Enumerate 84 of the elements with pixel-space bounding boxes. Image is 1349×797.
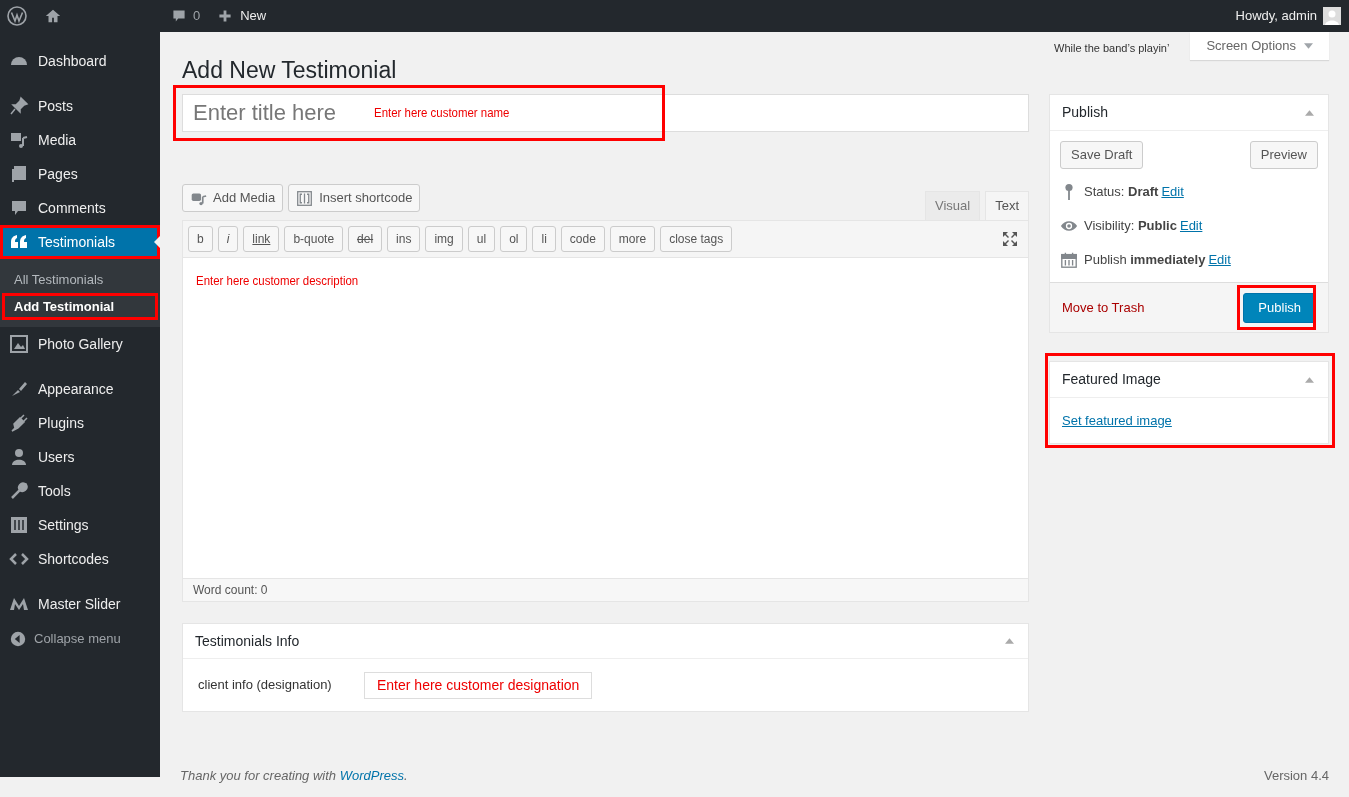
- media-icon: [9, 130, 29, 150]
- field-label: client info (designation): [198, 676, 333, 695]
- comments-link[interactable]: 0: [171, 6, 201, 26]
- sidebar-item[interactable]: Settings: [0, 508, 160, 542]
- quicktag-button[interactable]: ol: [500, 226, 528, 252]
- submenu-item[interactable]: All Testimonials: [2, 266, 158, 293]
- wordpress-link[interactable]: WordPress: [339, 768, 404, 783]
- sidebar-item[interactable]: Appearance: [0, 372, 160, 406]
- plus-icon: [218, 9, 233, 23]
- submenu-item[interactable]: Add Testimonial: [2, 293, 158, 320]
- panel-title: Featured Image: [1062, 370, 1161, 389]
- edit-link[interactable]: Edit: [1179, 216, 1203, 236]
- word-count-text: Word count: 0: [193, 582, 268, 599]
- edit-link[interactable]: Edit: [1208, 250, 1231, 270]
- panel-title: Publish: [1062, 103, 1108, 122]
- sidebar-item[interactable]: Master Slider: [0, 587, 160, 621]
- quicktag-button[interactable]: img: [425, 226, 463, 252]
- pages-icon: [9, 164, 29, 184]
- sidebar-item[interactable]: Media: [0, 123, 160, 157]
- editor-tab[interactable]: Text: [985, 191, 1029, 220]
- media-button[interactable]: Insert shortcode: [288, 184, 421, 212]
- pushpin-icon: [9, 96, 29, 116]
- set-featured-image-link[interactable]: Set featured image: [1062, 410, 1172, 431]
- quicktag-button[interactable]: more: [609, 226, 656, 252]
- quicktag-button[interactable]: b: [188, 226, 213, 252]
- picture-frame-icon: [9, 334, 29, 354]
- quicktag-button[interactable]: code: [560, 226, 605, 252]
- sidebar-item[interactable]: Shortcodes: [0, 542, 160, 576]
- plug-icon: [9, 413, 29, 433]
- sidebar-item[interactable]: Testimonials: [0, 225, 160, 259]
- sidebar-item[interactable]: Photo Gallery: [0, 327, 160, 361]
- collapse-arrow-icon: [1305, 376, 1314, 383]
- annotation-text: Enter here customer designation: [377, 675, 580, 695]
- panel-title: Testimonials Info: [195, 631, 300, 651]
- quicktag-button[interactable]: link: [243, 226, 280, 252]
- fullscreen-icon[interactable]: [1002, 231, 1018, 247]
- media-button[interactable]: Add Media: [182, 184, 284, 212]
- home-icon: [44, 7, 62, 25]
- sidebar-item[interactable]: Pages: [0, 157, 160, 191]
- shortcode-icon: [296, 189, 314, 207]
- user-menu[interactable]: Howdy, admin: [1235, 6, 1341, 26]
- sidebar-item[interactable]: Dashboard: [0, 44, 160, 78]
- wordpress-logo-icon: [7, 6, 27, 26]
- editor-tab[interactable]: Visual: [924, 191, 981, 220]
- quicktag-button[interactable]: del: [348, 226, 383, 252]
- sidebar-item[interactable]: Comments: [0, 191, 160, 225]
- left-arrow-circle-icon: [10, 631, 26, 647]
- designation-input-field[interactable]: Enter here customer designation: [364, 671, 593, 699]
- sidebar-item[interactable]: Plugins: [0, 406, 160, 440]
- sidebar-item[interactable]: Tools: [0, 474, 160, 508]
- speech-bubble-icon: [171, 8, 187, 24]
- secondary-button[interactable]: Preview: [1249, 141, 1318, 169]
- page-title: Add New Testimonial: [182, 56, 398, 85]
- screen-options-button[interactable]: Screen Options: [1190, 32, 1329, 60]
- sidebar-item[interactable]: Users: [0, 440, 160, 474]
- caret-down-icon: [1304, 43, 1313, 49]
- publish-setting-text: Status: Draft: [1084, 183, 1159, 202]
- collapse-arrow-icon: [1305, 109, 1314, 116]
- publish-setting-text: Publish immediately: [1084, 251, 1206, 270]
- quicktag-button[interactable]: i: [217, 226, 239, 252]
- quicktag-button[interactable]: ul: [467, 226, 496, 252]
- footer-text: Thank you for creating with WordPress.: [180, 767, 408, 785]
- person-icon: [9, 447, 29, 467]
- collapse-menu-button[interactable]: Collapse menu: [0, 627, 160, 651]
- editor-text-area[interactable]: Enter here customer description: [183, 258, 1028, 578]
- move-to-trash-link[interactable]: Move to Trash: [1062, 297, 1145, 318]
- annotation-text: Enter here customer description: [196, 272, 359, 290]
- publish-setting-text: Visibility: Public: [1084, 217, 1177, 236]
- edit-link[interactable]: Edit: [1161, 182, 1184, 202]
- avatar-icon: [1323, 7, 1341, 25]
- tagline-text: While the band’s playin’: [1054, 41, 1170, 56]
- pointer-triangle-icon: [154, 236, 160, 248]
- secondary-button[interactable]: Save Draft: [1060, 141, 1144, 169]
- quicktag-button[interactable]: close tags: [660, 226, 733, 252]
- calendar-icon: [1060, 251, 1078, 269]
- publish-button[interactable]: Publish: [1243, 292, 1316, 323]
- new-link[interactable]: New: [218, 6, 267, 26]
- quicktag-button[interactable]: b-quote: [284, 226, 344, 252]
- sliders-icon: [9, 515, 29, 535]
- version-text: Version 4.4: [1263, 767, 1329, 785]
- quicktag-button[interactable]: ins: [387, 226, 421, 252]
- collapse-arrow-icon: [1005, 638, 1014, 644]
- quicktag-button[interactable]: li: [532, 226, 556, 252]
- sidebar-item[interactable]: Posts: [0, 89, 160, 123]
